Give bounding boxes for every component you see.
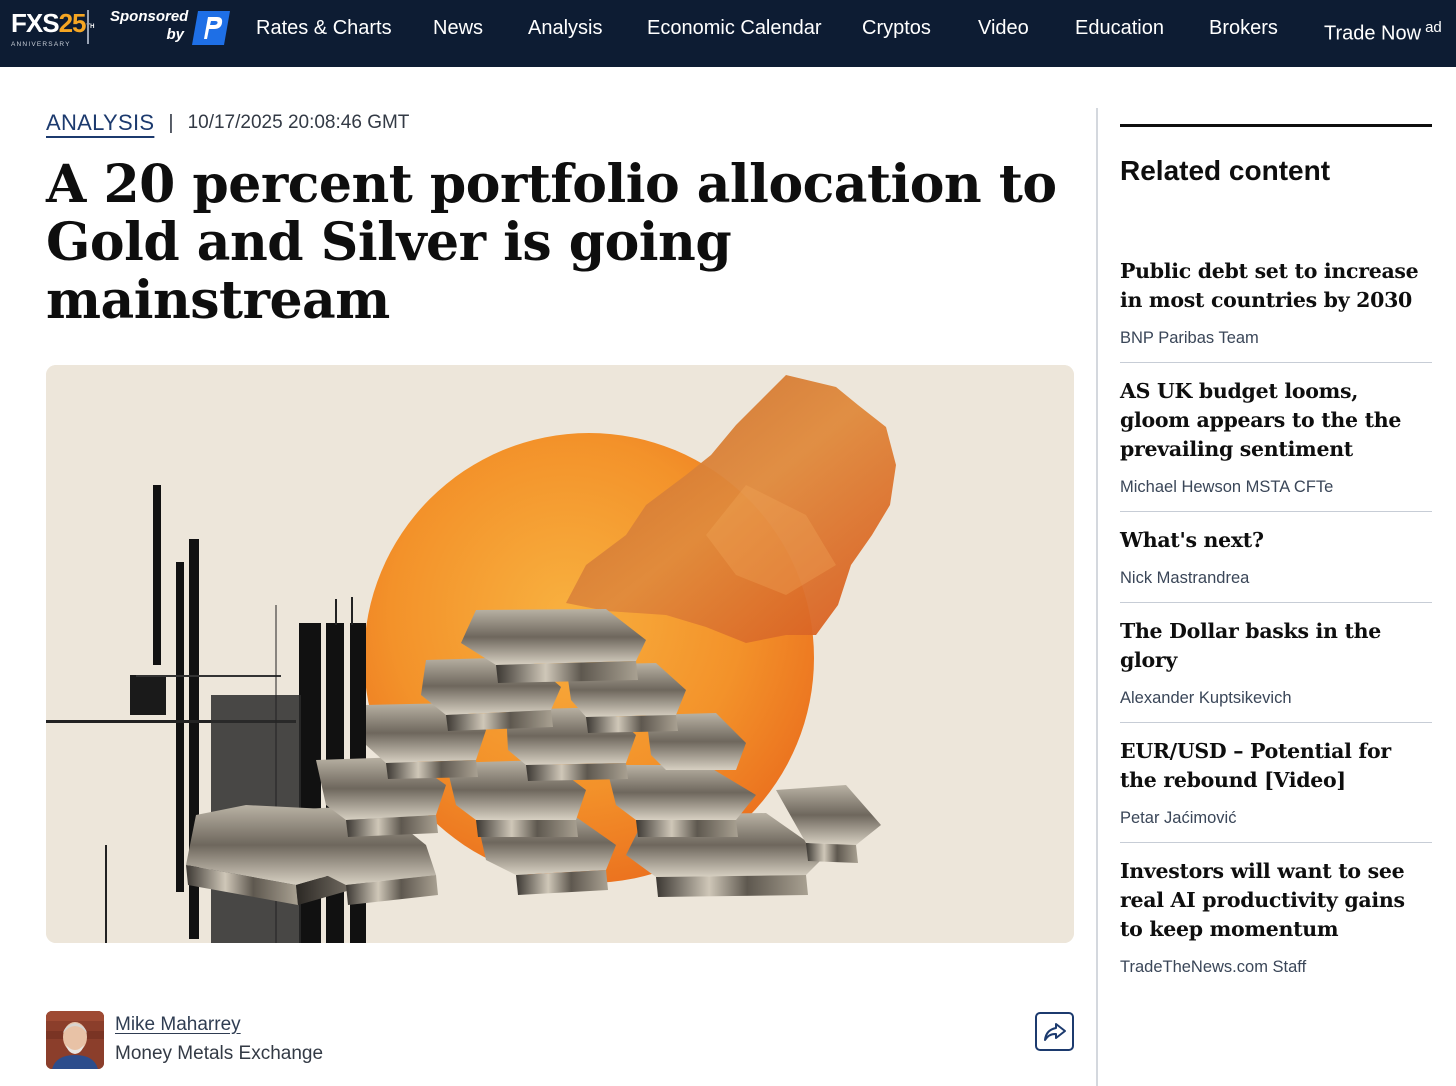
related-list: Public debt set to increase in most coun… bbox=[1120, 257, 1432, 1005]
related-item[interactable]: The Dollar basks in the glory Alexander … bbox=[1120, 617, 1432, 723]
nav-economic-calendar[interactable]: Economic Calendar bbox=[647, 16, 822, 40]
related-headline[interactable]: Investors will want to see real AI produ… bbox=[1120, 857, 1432, 944]
share-button[interactable] bbox=[1035, 1012, 1074, 1051]
related-headline[interactable]: What's next? bbox=[1120, 526, 1432, 555]
author-row: Mike Maharrey Money Metals Exchange bbox=[46, 1011, 1076, 1069]
publish-date: 10/17/2025 20:08:46 GMT bbox=[187, 112, 410, 133]
nav-brokers[interactable]: Brokers bbox=[1209, 16, 1278, 40]
hero-image bbox=[46, 365, 1074, 943]
nav-trade-now-label: Trade Now bbox=[1324, 22, 1422, 45]
top-navigation-bar: FXS 25 TH ANNIVERSARY Sponsored by Rates &… bbox=[0, 0, 1456, 67]
ad-badge: ad bbox=[1425, 19, 1442, 36]
related-author: Alexander Kuptsikevich bbox=[1120, 689, 1292, 707]
related-item[interactable]: Investors will want to see real AI produ… bbox=[1120, 857, 1432, 991]
meta-separator: | bbox=[168, 111, 174, 134]
article-meta: ANALYSIS | 10/17/2025 20:08:46 GMT bbox=[46, 110, 409, 136]
sidebar-top-rule bbox=[1120, 124, 1432, 127]
nav-analysis[interactable]: Analysis bbox=[528, 16, 602, 40]
related-headline[interactable]: EUR/USD – Potential for the rebound [Vid… bbox=[1120, 737, 1432, 795]
related-headline[interactable]: AS UK budget looms, gloom appears to the… bbox=[1120, 377, 1432, 464]
related-headline[interactable]: The Dollar basks in the glory bbox=[1120, 617, 1432, 675]
related-item[interactable]: EUR/USD – Potential for the rebound [Vid… bbox=[1120, 737, 1432, 843]
related-author: BNP Paribas Team bbox=[1120, 329, 1259, 347]
related-item[interactable]: Public debt set to increase in most coun… bbox=[1120, 257, 1432, 363]
nav-news[interactable]: News bbox=[433, 16, 483, 40]
author-name-link[interactable]: Mike Maharrey bbox=[115, 1014, 241, 1036]
nav-education[interactable]: Education bbox=[1075, 16, 1164, 40]
related-item[interactable]: What's next? Nick Mastrandrea bbox=[1120, 526, 1432, 603]
related-item[interactable]: AS UK budget looms, gloom appears to the… bbox=[1120, 377, 1432, 512]
related-author: Michael Hewson MSTA CFTe bbox=[1120, 478, 1334, 496]
nav-cryptos[interactable]: Cryptos bbox=[862, 16, 931, 40]
category-link[interactable]: ANALYSIS bbox=[46, 110, 154, 136]
related-content-title: Related content bbox=[1120, 155, 1331, 186]
author-avatar[interactable] bbox=[46, 1011, 104, 1069]
related-author: Nick Mastrandrea bbox=[1120, 569, 1250, 587]
related-author: TradeTheNews.com Staff bbox=[1120, 958, 1307, 976]
sidebar-divider bbox=[1096, 108, 1098, 1086]
related-content-sidebar: Related content Public debt set to incre… bbox=[1120, 124, 1432, 976]
nav-video[interactable]: Video bbox=[978, 16, 1029, 40]
related-author: Petar Jaćimović bbox=[1120, 809, 1237, 827]
article-headline: A 20 percent portfolio allocation to Gol… bbox=[46, 154, 1057, 331]
nav-rates-charts[interactable]: Rates & Charts bbox=[256, 16, 392, 40]
related-headline[interactable]: Public debt set to increase in most coun… bbox=[1120, 257, 1432, 315]
share-icon bbox=[1043, 1022, 1066, 1041]
author-organization: Money Metals Exchange bbox=[115, 1043, 324, 1064]
nav-trade-now[interactable]: Trade Now ad bbox=[1324, 16, 1442, 46]
